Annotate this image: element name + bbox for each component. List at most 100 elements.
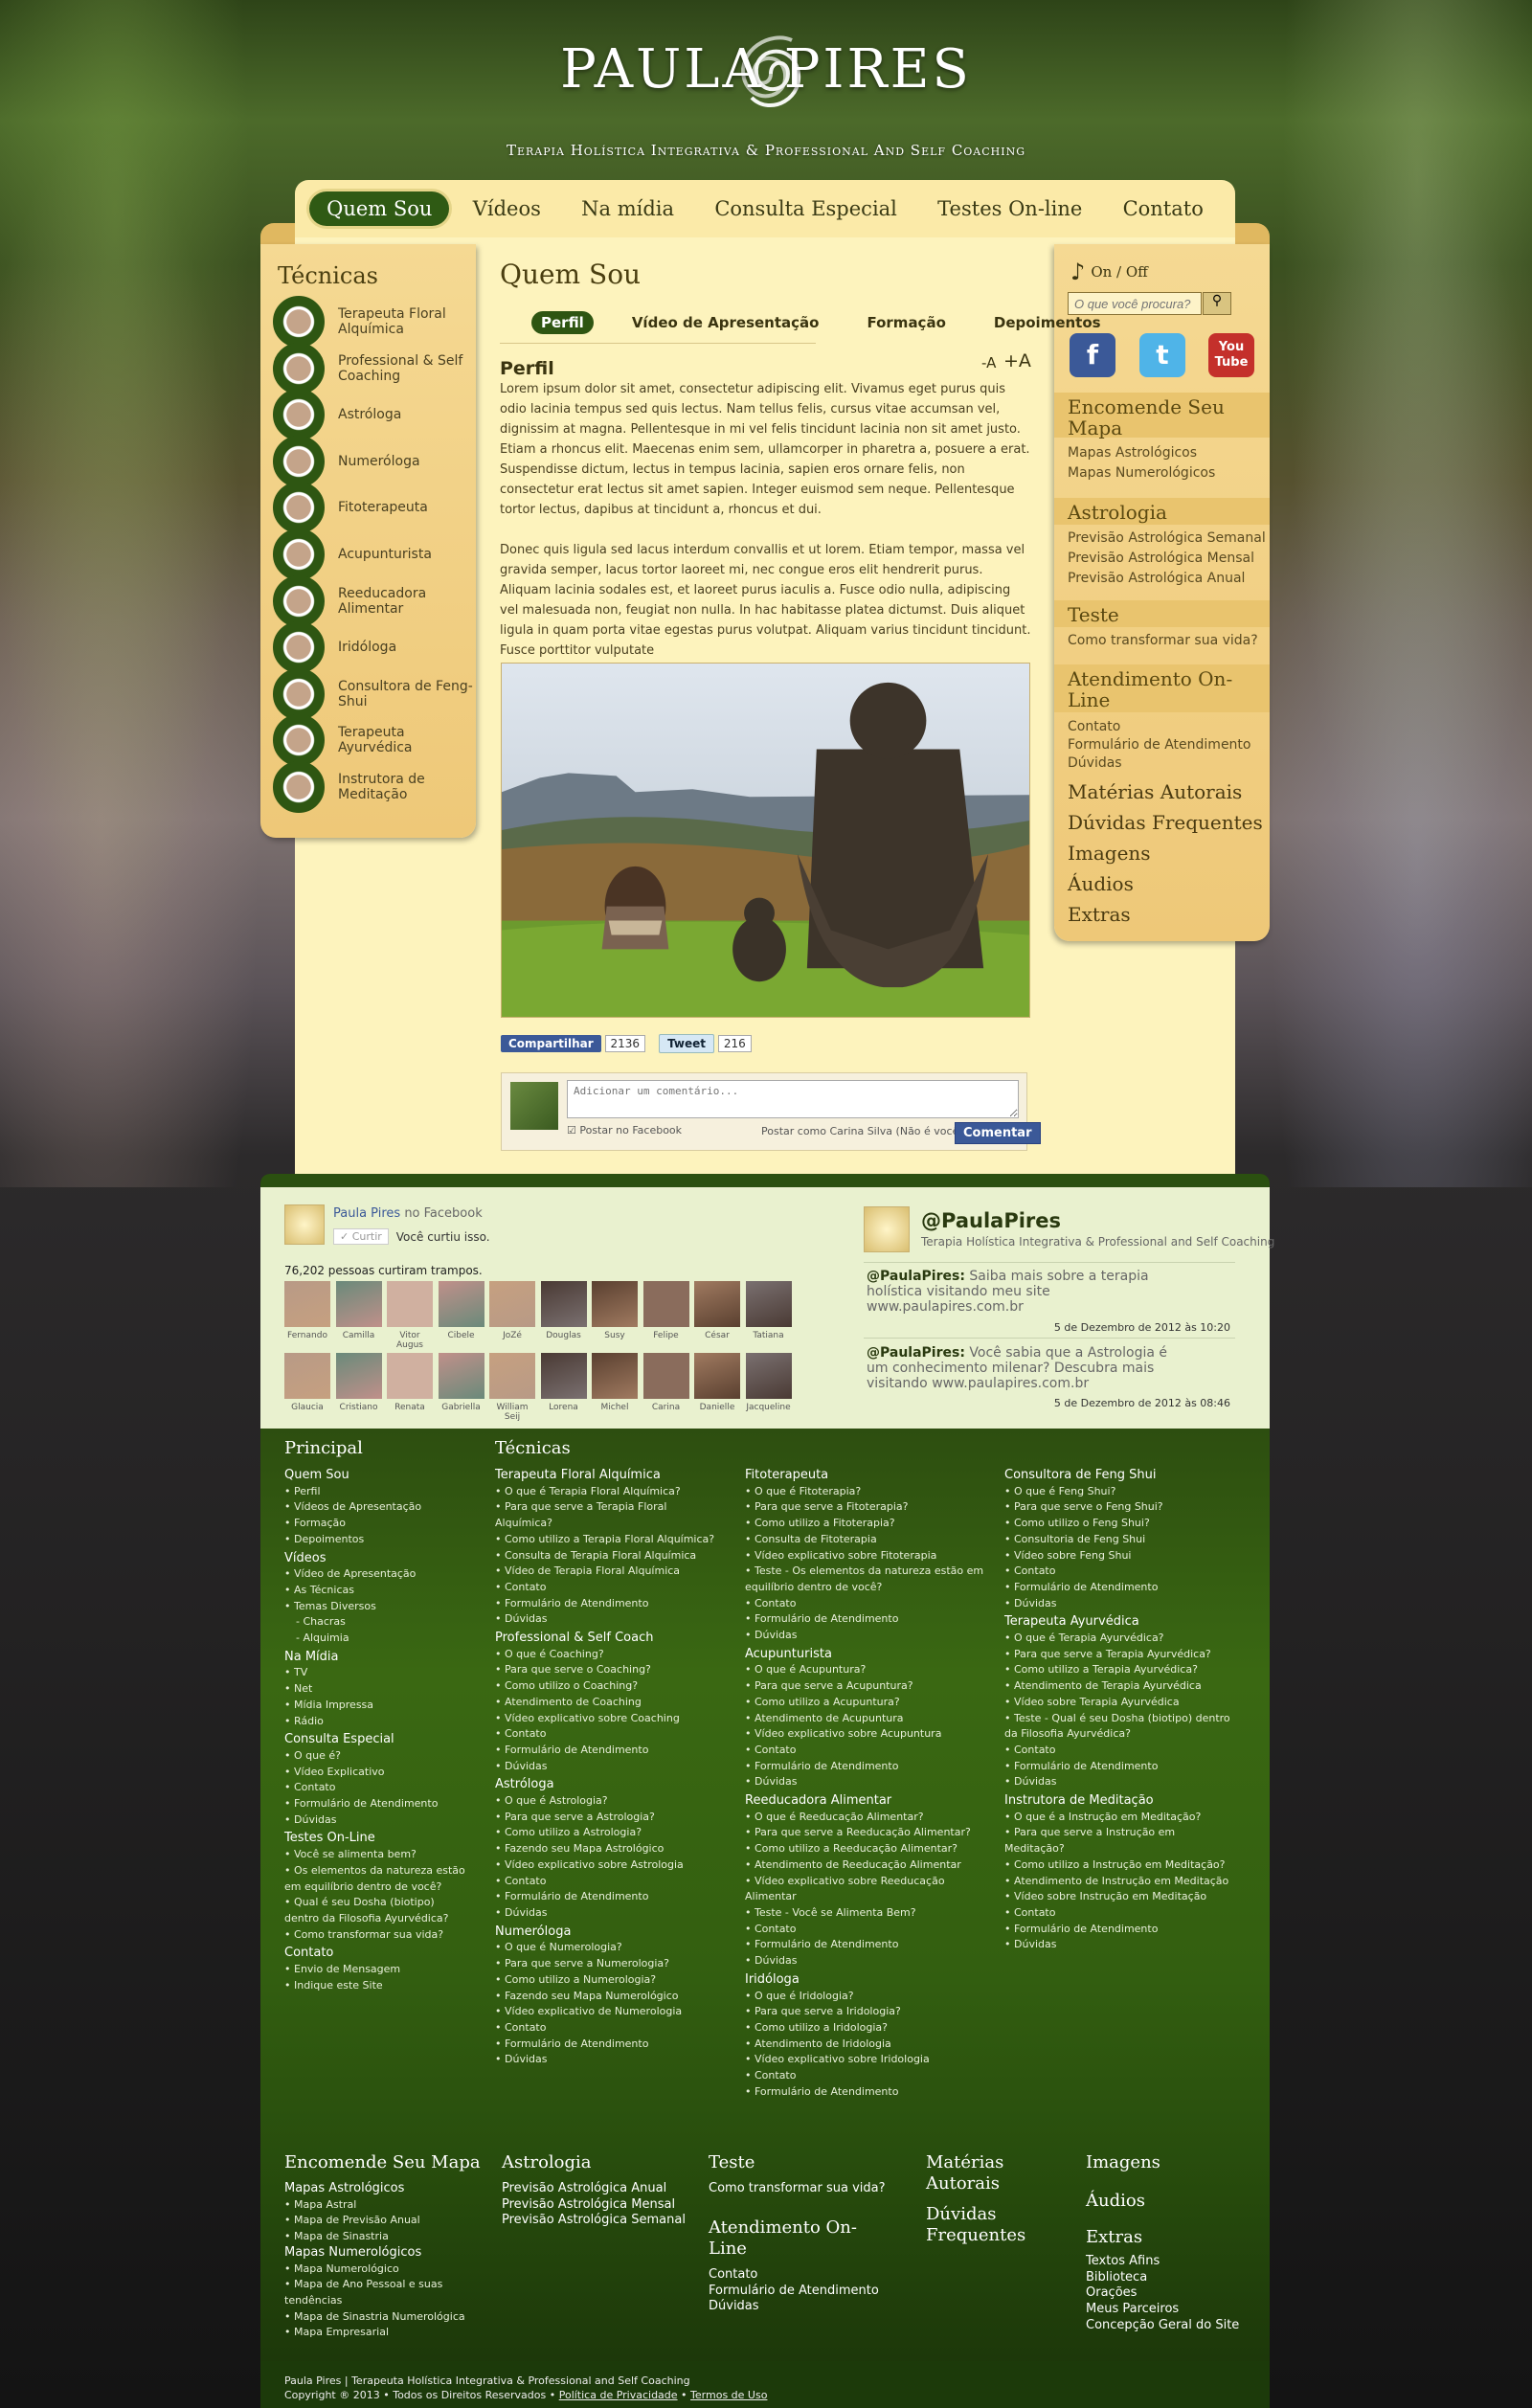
tecnica-item[interactable]: Fitoterapeuta xyxy=(273,482,474,534)
footer-link[interactable]: Como utilizo a Instrução em Meditação? xyxy=(1004,1857,1234,1874)
footer-link[interactable]: As Técnicas xyxy=(284,1583,466,1599)
footer-link[interactable]: Mapa de Previsão Anual xyxy=(284,2213,495,2229)
font-increase-button[interactable]: +A xyxy=(1003,350,1031,371)
footer-section-title[interactable]: Reeducadora Alimentar xyxy=(745,1793,984,1810)
footer-link[interactable]: Formulário de Atendimento xyxy=(495,1889,725,1905)
footer-link[interactable]: Formulário de Atendimento xyxy=(745,1759,984,1775)
footer-link[interactable]: Qual é seu Dosha (biotipo) dentro da Fil… xyxy=(284,1895,466,1926)
tweet-user[interactable]: @PaulaPires: xyxy=(867,1345,965,1361)
footer-link[interactable]: Formulário de Atendimento xyxy=(745,2084,984,2101)
footer-heading-imagens[interactable]: Imagens xyxy=(1086,2152,1160,2172)
footer-link[interactable]: Perfil xyxy=(284,1484,466,1500)
footer-link[interactable]: Dúvidas xyxy=(495,1611,725,1628)
footer-link[interactable]: Vídeo explicativo sobre Astrologia xyxy=(495,1857,725,1874)
fan-avatar[interactable] xyxy=(540,1281,587,1327)
music-on-off[interactable]: On / Off xyxy=(1091,263,1148,281)
footer-link[interactable]: Atendimento de Terapia Ayurvédica xyxy=(1004,1678,1234,1695)
footer-link[interactable]: O que é? xyxy=(284,1748,466,1765)
footer-heading-teste[interactable]: Teste xyxy=(709,2152,755,2172)
footer-link[interactable]: Biblioteca xyxy=(1086,2270,1258,2286)
fan-avatar[interactable] xyxy=(745,1353,792,1399)
footer-link[interactable]: Para que serve a Astrologia? xyxy=(495,1810,725,1826)
footer-link[interactable]: Dúvidas xyxy=(495,1905,725,1922)
footer-link[interactable]: Indique este Site xyxy=(284,1978,466,1994)
footer-link[interactable]: Teste - Qual é seu Dosha (biotipo) dentr… xyxy=(1004,1711,1234,1743)
fan-avatar[interactable] xyxy=(438,1353,484,1399)
fan-avatar[interactable] xyxy=(438,1281,484,1327)
footer-link[interactable]: Mapa Empresarial xyxy=(284,2325,495,2341)
footer-link[interactable]: Net xyxy=(284,1681,466,1698)
footer-link[interactable]: Rádio xyxy=(284,1714,466,1730)
footer-link[interactable]: O que é Fitoterapia? xyxy=(745,1484,984,1500)
footer-link[interactable]: Formulário de Atendimento xyxy=(495,1596,725,1612)
footer-link[interactable]: O que é a Instrução em Meditação? xyxy=(1004,1810,1234,1826)
footer-link[interactable]: Contato xyxy=(1004,1743,1234,1759)
footer-link[interactable]: Como utilizo a Acupuntura? xyxy=(745,1695,984,1711)
footer-link[interactable]: O que é Coaching? xyxy=(495,1647,725,1663)
footer-link[interactable]: Consultoria de Feng Shui xyxy=(1004,1532,1234,1548)
footer-link[interactable]: Dúvidas xyxy=(1004,1937,1234,1953)
sidebar-heading-astrologia[interactable]: Astrologia xyxy=(1054,498,1270,525)
footer-link[interactable]: Contato xyxy=(745,2068,984,2084)
footer-link[interactable]: Você se alimenta bem? xyxy=(284,1847,466,1863)
footer-link[interactable]: Dúvidas xyxy=(1004,1596,1234,1612)
footer-link[interactable]: Atendimento de Acupuntura xyxy=(745,1711,984,1727)
sidebar-link[interactable]: Contato xyxy=(1068,717,1120,736)
footer-link[interactable]: Atendimento de Reeducação Alimentar xyxy=(745,1857,984,1874)
fan-avatar[interactable] xyxy=(694,1353,740,1399)
footer-link[interactable]: Formulário de Atendimento xyxy=(284,1796,466,1812)
sidebar-heading-atendimento[interactable]: Atendimento On-Line xyxy=(1054,664,1270,712)
footer-link[interactable]: Como transformar sua vida? xyxy=(284,1927,466,1944)
footer-link[interactable]: Consulta de Terapia Floral Alquímica xyxy=(495,1548,725,1564)
tab-formacao[interactable]: Formação xyxy=(857,311,955,334)
footer-link[interactable]: Contato xyxy=(495,1874,725,1890)
fan-avatar[interactable] xyxy=(284,1281,330,1327)
nav-quem-sou[interactable]: Quem Sou xyxy=(309,191,450,226)
footer-link[interactable]: Como utilizo a Terapia Ayurvédica? xyxy=(1004,1662,1234,1678)
nav-contato[interactable]: Contato xyxy=(1106,191,1221,226)
fan-avatar[interactable] xyxy=(694,1281,740,1327)
footer-link[interactable]: Para que serve a Reeducação Alimentar? xyxy=(745,1825,984,1841)
footer-link[interactable]: Depoimentos xyxy=(284,1532,466,1548)
footer-link[interactable]: Para que serve o Coaching? xyxy=(495,1662,725,1678)
footer-section-title[interactable]: Fitoterapeuta xyxy=(745,1468,984,1484)
footer-link[interactable]: Vídeo explicativo sobre Reeducação Alime… xyxy=(745,1874,984,1905)
footer-link[interactable]: Consulta de Fitoterapia xyxy=(745,1532,984,1548)
footer-link[interactable]: Teste - Os elementos da natureza estão e… xyxy=(745,1564,984,1595)
youtube-icon[interactable]: You Tube xyxy=(1208,333,1254,377)
tweet-button[interactable]: Tweet xyxy=(659,1034,715,1053)
footer-heading-astrologia[interactable]: Astrologia xyxy=(502,2152,592,2172)
tweet-user[interactable]: @PaulaPires: xyxy=(867,1269,965,1284)
terms-link[interactable]: Termos de Uso xyxy=(690,2389,767,2401)
footer-link[interactable]: Formulário de Atendimento xyxy=(1004,1759,1234,1775)
footer-link[interactable]: Vídeo explicativo sobre Coaching xyxy=(495,1711,725,1727)
tecnica-item[interactable]: Professional & Self Coaching xyxy=(273,342,474,394)
footer-section-title[interactable]: Quem Sou xyxy=(284,1468,466,1484)
footer-link[interactable]: Vídeo de Apresentação xyxy=(284,1566,466,1583)
fan-avatar[interactable] xyxy=(387,1353,433,1399)
sidebar-link-imagens[interactable]: Imagens xyxy=(1068,842,1151,865)
footer-link[interactable]: Para que serve a Acupuntura? xyxy=(745,1678,984,1695)
footer-link[interactable]: Contato xyxy=(1004,1905,1234,1922)
search-button[interactable]: ⚲ xyxy=(1203,292,1231,315)
footer-heading-materias[interactable]: Matérias Autorais xyxy=(926,2152,1041,2194)
fan-avatar[interactable] xyxy=(489,1281,535,1327)
footer-link[interactable]: Para que serve a Terapia Floral Alquímic… xyxy=(495,1499,725,1531)
font-decrease-button[interactable]: -A xyxy=(981,354,996,371)
footer-section-title[interactable]: Instrutora de Meditação xyxy=(1004,1793,1234,1810)
footer-section-title[interactable]: Numeróloga xyxy=(495,1924,725,1941)
footer-heading-extras[interactable]: Extras xyxy=(1086,2227,1142,2247)
footer-link[interactable]: Mapa de Ano Pessoal e suas tendências xyxy=(284,2277,495,2308)
footer-link[interactable]: O que é Astrologia? xyxy=(495,1793,725,1810)
fan-avatar[interactable] xyxy=(745,1281,792,1327)
footer-link[interactable]: Vídeo explicativo de Numerologia xyxy=(495,2004,725,2020)
footer-link[interactable]: Como utilizo a Terapia Floral Alquímica? xyxy=(495,1532,725,1548)
fan-avatar[interactable] xyxy=(642,1353,689,1399)
sidebar-link[interactable]: Previsão Astrológica Anual xyxy=(1068,569,1245,588)
twitter-handle[interactable]: @PaulaPires xyxy=(921,1209,1061,1232)
footer-link[interactable]: O que é Feng Shui? xyxy=(1004,1484,1234,1500)
footer-link[interactable]: Mapa Astral xyxy=(284,2197,495,2214)
tecnica-item[interactable]: Acupunturista xyxy=(273,529,474,580)
footer-link[interactable]: Formação xyxy=(284,1516,466,1532)
sidebar-link[interactable]: Como transformar sua vida? xyxy=(1068,631,1258,650)
